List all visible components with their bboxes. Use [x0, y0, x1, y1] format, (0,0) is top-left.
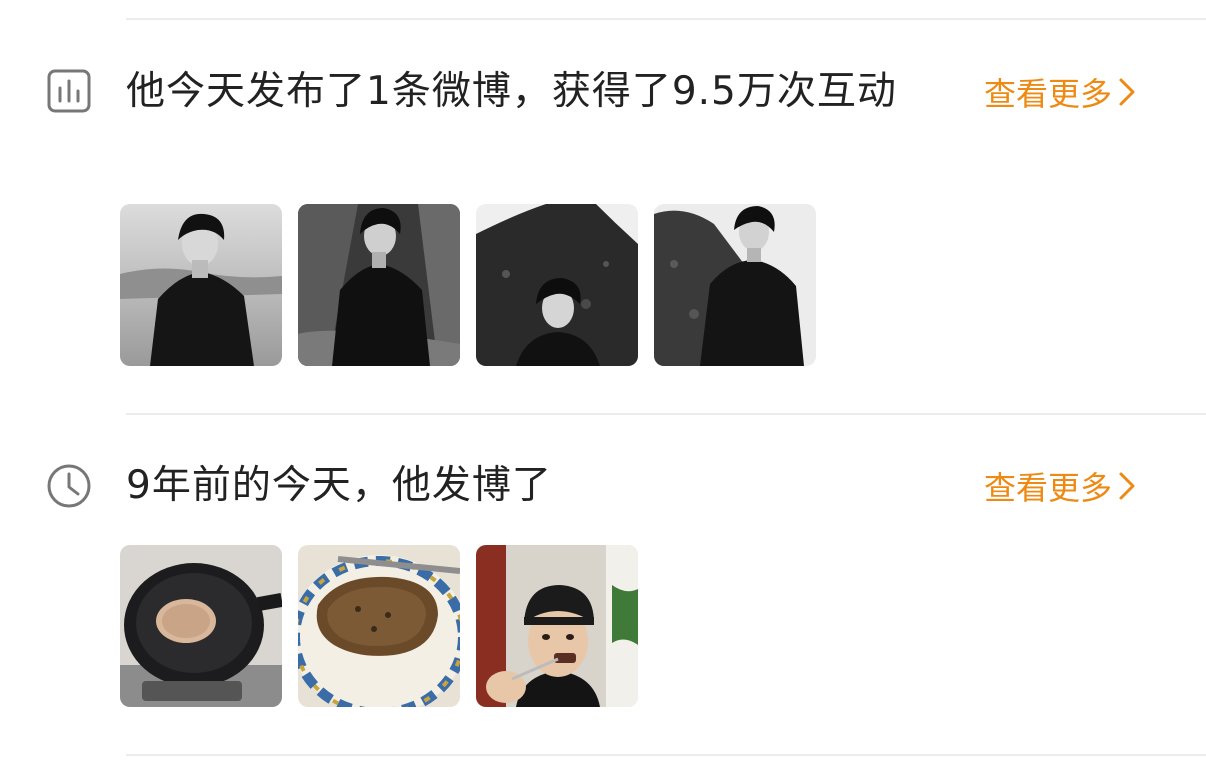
divider-bottom [126, 754, 1206, 756]
photo-bw-portrait-1[interactable] [120, 204, 282, 366]
memory-view-more-label: 查看更多 [984, 469, 1113, 507]
chevron-right-icon [1119, 472, 1135, 500]
photo-pan-cooking[interactable] [120, 545, 282, 707]
stats-image-grid [120, 204, 816, 366]
stats-chart-icon [46, 68, 92, 114]
clock-icon [46, 463, 92, 509]
stats-view-more-link[interactable]: 查看更多 [984, 66, 1136, 118]
feed-page: 他今天发布了1条微博，获得了9.5万次互动 查看更多 9年前的今天，他发博了 查… [0, 0, 1206, 780]
stats-title: 他今天发布了1条微博，获得了9.5万次互动 [126, 69, 897, 114]
stats-view-more-label: 查看更多 [984, 75, 1113, 113]
divider-middle [126, 413, 1206, 415]
photo-bw-portrait-2[interactable] [298, 204, 460, 366]
divider-top [126, 18, 1206, 20]
photo-steak-plate[interactable] [298, 545, 460, 707]
memory-view-more-link[interactable]: 查看更多 [984, 460, 1136, 512]
photo-bw-portrait-3[interactable] [476, 204, 638, 366]
photo-selfie-eating[interactable] [476, 545, 638, 707]
memory-title: 9年前的今天，他发博了 [126, 463, 552, 508]
chevron-right-icon [1119, 78, 1135, 106]
memory-image-grid [120, 545, 638, 707]
photo-bw-portrait-4[interactable] [654, 204, 816, 366]
